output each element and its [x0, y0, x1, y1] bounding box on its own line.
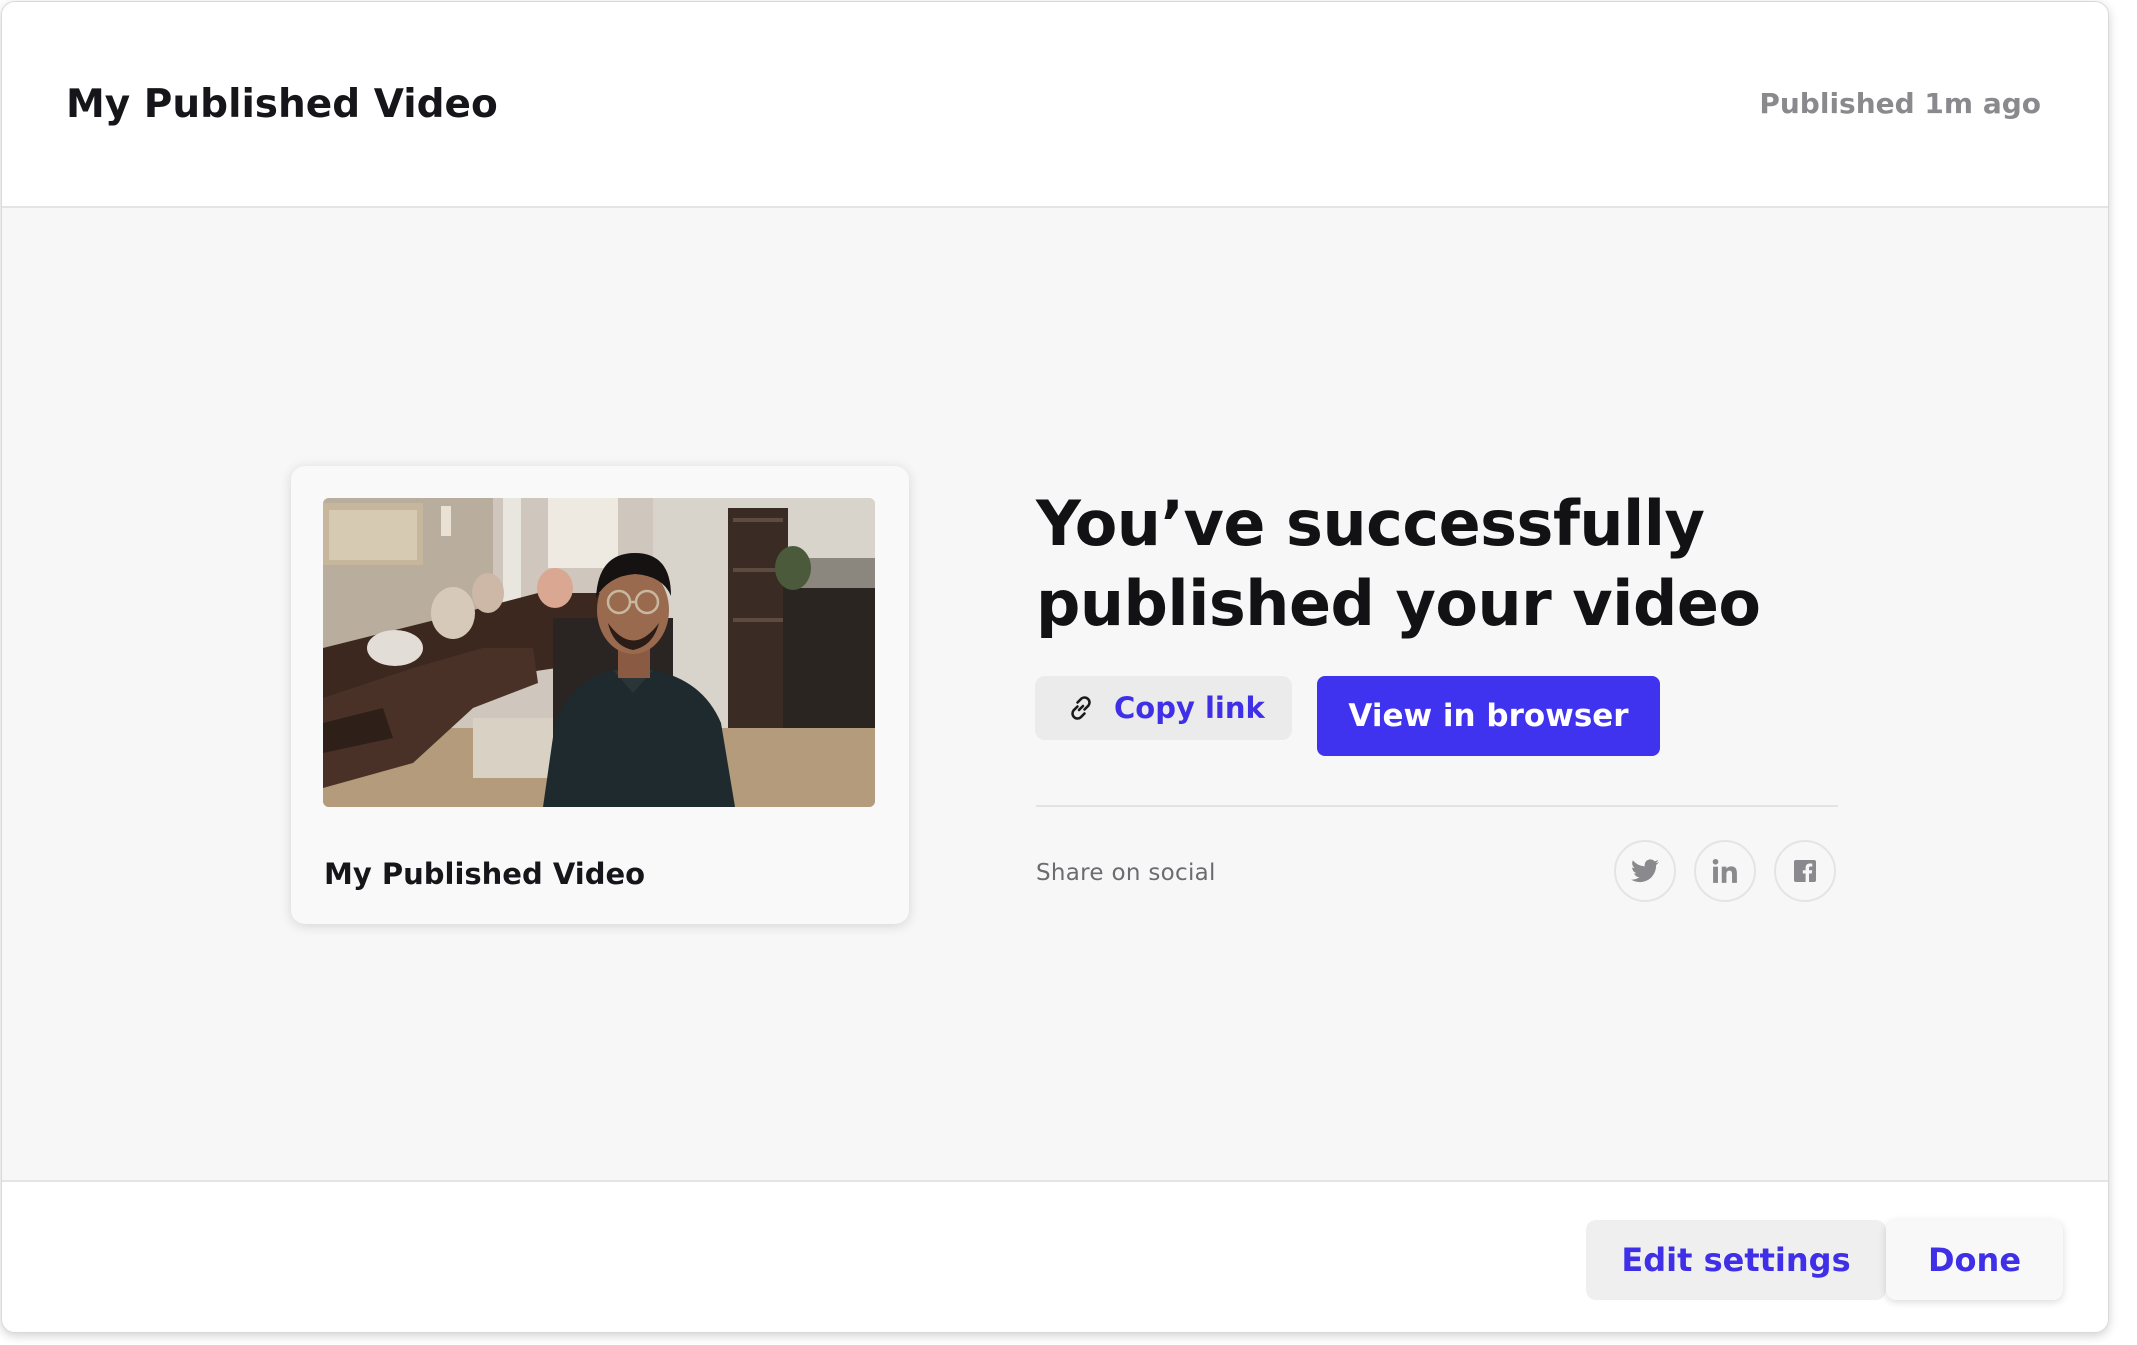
- edit-settings-label: Edit settings: [1621, 1241, 1851, 1279]
- view-in-browser-label: View in browser: [1348, 698, 1629, 734]
- done-button[interactable]: Done: [1886, 1220, 2063, 1300]
- success-headline: You’ve successfully published your video: [1036, 487, 1761, 640]
- share-facebook-button[interactable]: [1774, 840, 1836, 902]
- edit-settings-button[interactable]: Edit settings: [1586, 1220, 1886, 1300]
- dialog-header: My Published Video Published 1m ago: [2, 2, 2108, 208]
- share-on-social-label: Share on social: [1036, 860, 1216, 886]
- video-thumbnail[interactable]: [323, 498, 875, 807]
- copy-link-label: Copy link: [1114, 691, 1265, 725]
- dialog-title: My Published Video: [66, 82, 498, 127]
- link-icon: [1071, 696, 1091, 720]
- publish-dialog: My Published Video Published 1m ago My P…: [1, 1, 2109, 1333]
- twitter-icon: [1631, 859, 1659, 883]
- share-twitter-button[interactable]: [1614, 840, 1676, 902]
- share-linkedin-button[interactable]: [1694, 840, 1756, 902]
- video-card-title: My Published Video: [324, 857, 646, 891]
- dialog-footer: Edit settings Done: [2, 1180, 2108, 1332]
- copy-link-button[interactable]: Copy link: [1035, 676, 1292, 740]
- linkedin-icon: [1712, 858, 1737, 883]
- publish-status: Published 1m ago: [1759, 87, 2041, 120]
- dialog-body: My Published Video You’ve successfully p…: [2, 208, 2108, 1180]
- view-in-browser-button[interactable]: View in browser: [1317, 676, 1660, 756]
- divider: [1036, 805, 1838, 807]
- facebook-icon: [1794, 860, 1816, 882]
- done-label: Done: [1927, 1241, 2022, 1279]
- video-card[interactable]: My Published Video: [291, 466, 909, 924]
